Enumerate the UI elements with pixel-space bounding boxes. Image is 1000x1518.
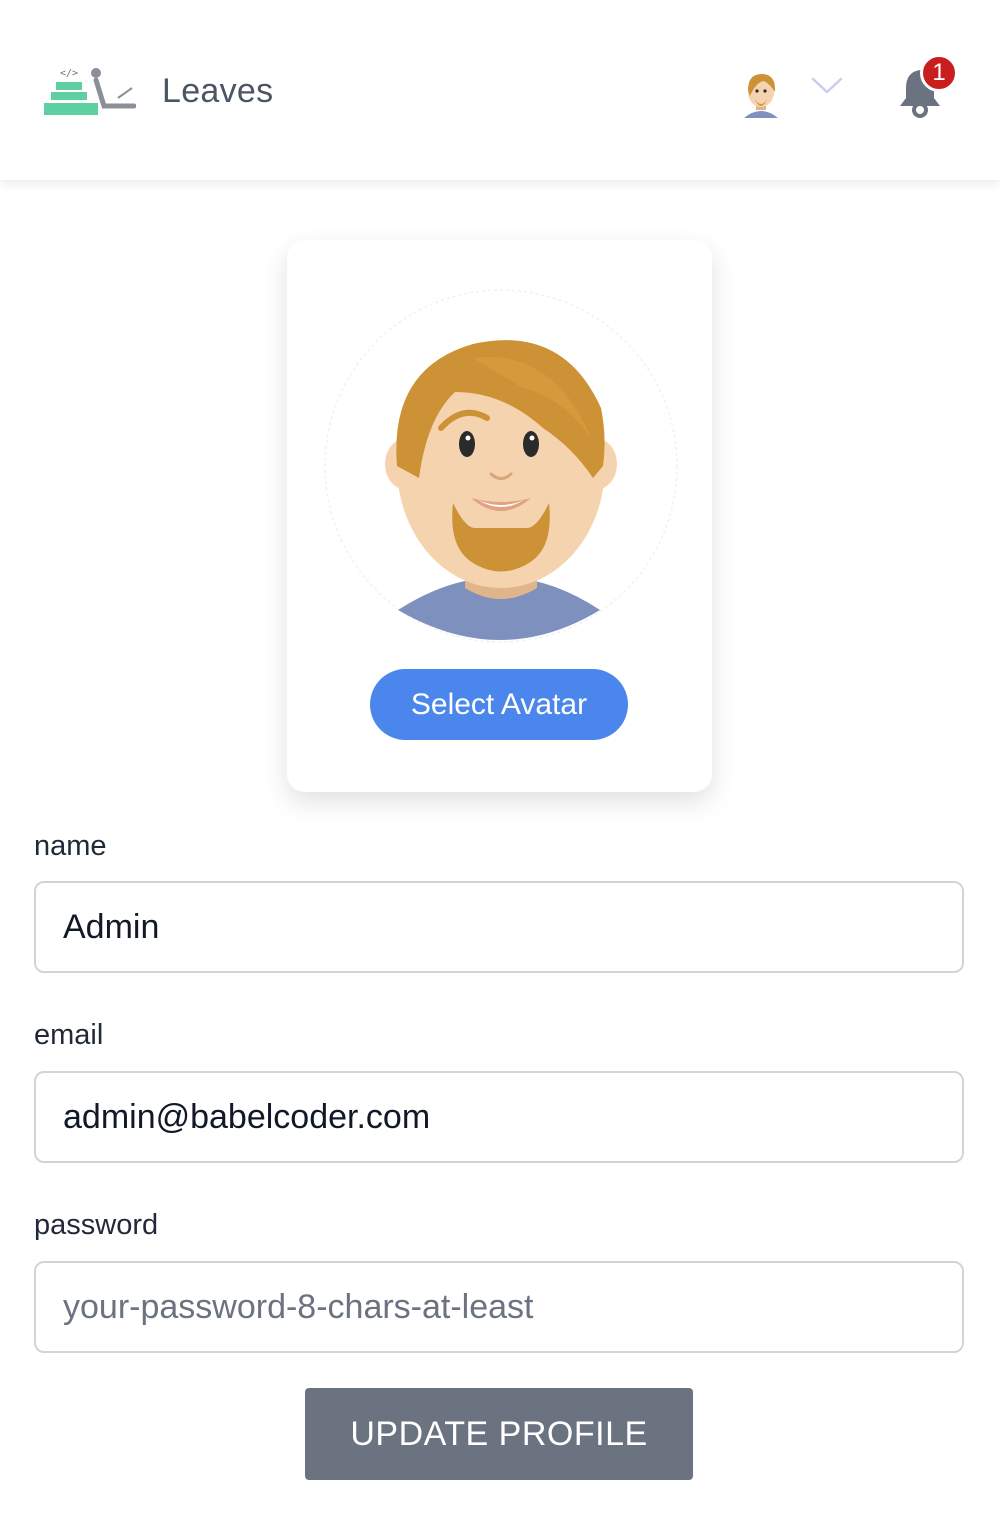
name-input[interactable] bbox=[34, 881, 964, 973]
chevron-down-icon[interactable] bbox=[810, 74, 844, 96]
notification-count-badge: 1 bbox=[920, 54, 958, 92]
leaves-logo-icon[interactable]: </> bbox=[42, 64, 136, 118]
email-input[interactable] bbox=[34, 1071, 964, 1163]
svg-text:</>: </> bbox=[60, 68, 78, 79]
top-navbar: </> Leaves 1 bbox=[0, 0, 1000, 180]
password-label: password bbox=[34, 1209, 159, 1241]
select-avatar-button[interactable]: Select Avatar bbox=[370, 669, 628, 740]
profile-avatar-image bbox=[324, 289, 678, 643]
email-label: email bbox=[34, 1019, 104, 1051]
name-label: name bbox=[34, 830, 107, 862]
update-profile-button[interactable]: UPDATE PROFILE bbox=[305, 1388, 693, 1480]
user-avatar-icon[interactable] bbox=[740, 66, 782, 118]
password-input[interactable] bbox=[34, 1261, 964, 1353]
notifications-button[interactable]: 1 bbox=[896, 54, 962, 118]
avatar-card: Select Avatar bbox=[287, 240, 712, 792]
brand-name[interactable]: Leaves bbox=[162, 72, 273, 111]
